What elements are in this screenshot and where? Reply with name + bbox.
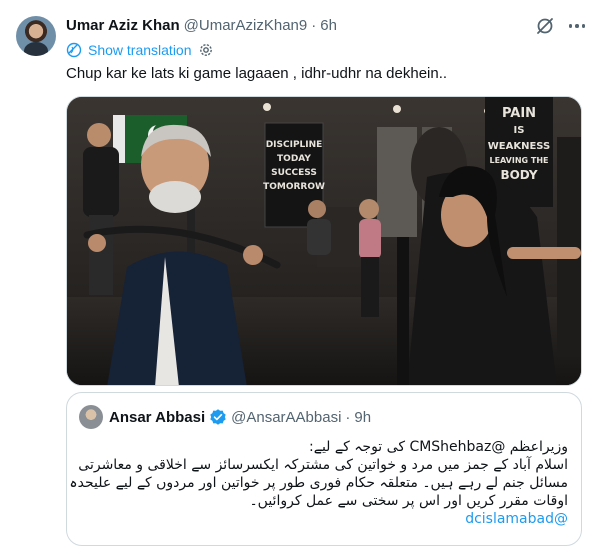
quoted-tweet[interactable]: Ansar Abbasi @AnsarAAbbasi · 9h وزیراعظم… [66,392,582,546]
tweet-header: Umar Aziz Khan @UmarAzizKhan9 · 6h [66,14,337,36]
tweet-text: Chup kar ke lats ki game lagaaen , idhr-… [66,65,448,82]
sign-right-line: WEAKNESS [488,141,551,152]
quoted-avatar[interactable] [79,405,103,429]
translate-icon [66,42,82,58]
quoted-text-line: وزیراعظم @CMShehbaz کی توجہ کے لیے: [309,439,568,455]
author-handle[interactable]: @UmarAzizKhan9 [184,17,308,34]
mention-link[interactable]: @dcislamabad [88,510,568,528]
tweet[interactable]: Umar Aziz Khan @UmarAzizKhan9 · 6h Show … [0,0,600,556]
sign-right-line: BODY [500,168,537,182]
quoted-text-line: اسلام آباد کے جمز میں مرد و خواتین کی مش… [78,457,568,473]
grok-icon[interactable] [534,15,556,37]
sign-right-line: IS [514,125,525,136]
gear-icon[interactable] [198,42,214,58]
sign-right-line: LEAVING THE [489,156,548,165]
timestamp[interactable]: 6h [320,17,337,34]
quoted-header: Ansar Abbasi @AnsarAAbbasi · 9h [109,405,371,429]
separator-dot: · [345,408,351,426]
sign-right-line: PAIN [502,106,536,121]
sign-left-line: SUCCESS [271,168,317,178]
author-name[interactable]: Umar Aziz Khan [66,17,180,34]
show-translation-label[interactable]: Show translation [88,42,192,58]
quoted-text-line: مسائل جنم لے رہے ہیں۔ متعلقہ حکام فوری ط… [69,475,568,491]
avatar[interactable] [16,16,56,56]
quoted-author-handle[interactable]: @AnsarAAbbasi [231,409,341,426]
verified-icon [210,409,226,425]
tweet-image[interactable]: DISCIPLINE TODAY SUCCESS TOMORROW PAIN I… [66,96,582,386]
quoted-text: وزیراعظم @CMShehbaz کی توجہ کے لیے: اسلا… [69,438,568,528]
separator-dot: · [311,16,317,34]
quoted-author-name[interactable]: Ansar Abbasi [109,409,205,426]
quoted-text-line: اوقات مقرر کریں اور اس پر سختی سے عمل کر… [249,493,568,509]
more-icon[interactable] [566,15,588,37]
show-translation-link[interactable]: Show translation [66,40,214,60]
quoted-timestamp[interactable]: 9h [354,409,371,426]
sign-left-line: TOMORROW [263,182,325,192]
sign-left-line: DISCIPLINE [266,140,323,150]
sign-left-line: TODAY [277,154,311,164]
